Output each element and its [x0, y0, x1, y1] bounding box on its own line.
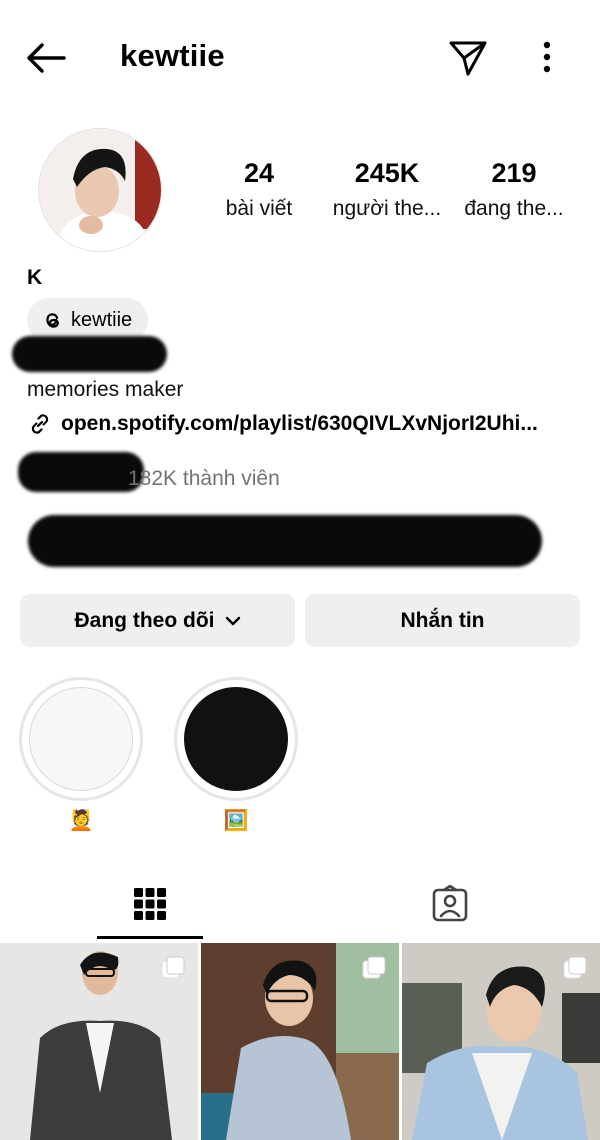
story-highlight-1[interactable]: [19, 677, 143, 801]
post-thumbnail[interactable]: [0, 943, 198, 1140]
following-label: đang the...: [464, 197, 564, 220]
tab-tagged[interactable]: [300, 868, 600, 940]
highlight-cover: [29, 687, 133, 791]
multiple-photos-icon: [563, 956, 587, 979]
grid-icon: [134, 888, 166, 920]
multiple-photos-icon: [161, 956, 185, 979]
profile-tabs: [0, 868, 600, 940]
highlight-label: 💆: [68, 810, 94, 832]
following-count: 219: [491, 158, 537, 188]
redacted-followed-by: [28, 515, 542, 567]
link-icon: [31, 414, 49, 434]
story-highlight-2[interactable]: [174, 677, 298, 801]
redacted-bio-line: [12, 336, 167, 372]
more-options-button[interactable]: [533, 36, 561, 80]
post-thumbnail[interactable]: [402, 943, 600, 1140]
profile-link-text: open.spotify.com/playlist/630QIVLXvNjorI…: [61, 412, 538, 435]
send-message-button[interactable]: [446, 36, 490, 80]
profile-link[interactable]: open.spotify.com/playlist/630QIVLXvNjorI…: [27, 409, 575, 439]
profile-username-title: kewtiie: [120, 38, 225, 73]
following-button-label: Đang theo dõi: [74, 608, 215, 632]
followers-label: người the...: [332, 197, 442, 220]
posts-label: bài viết: [225, 197, 293, 220]
tab-posts-grid[interactable]: [0, 868, 300, 940]
top-bar: kewtiie: [0, 0, 600, 112]
tagged-person-icon: [432, 885, 468, 922]
bio-text: memories maker: [27, 378, 184, 401]
highlight-cover: [184, 687, 288, 791]
followers-count-stat[interactable]: 245K người the...: [326, 158, 448, 221]
avatar-photo: [39, 129, 161, 251]
followers-count: 245K: [354, 158, 420, 188]
message-button[interactable]: Nhắn tin: [305, 594, 580, 647]
highlight-label: 🖼️: [223, 810, 249, 832]
profile-avatar[interactable]: [38, 128, 162, 252]
multiple-photos-icon: [362, 956, 386, 979]
send-icon: [449, 41, 487, 76]
following-dropdown-button[interactable]: Đang theo dõi: [20, 594, 295, 647]
post-thumbnail[interactable]: [201, 943, 399, 1140]
channel-members-count[interactable]: 182K thành viên: [128, 467, 280, 491]
posts-grid: [0, 943, 600, 1140]
chevron-down-icon: [225, 616, 240, 625]
active-tab-indicator: [97, 936, 203, 939]
display-name: K: [27, 266, 43, 289]
posts-count-stat[interactable]: 24 bài viết: [214, 158, 304, 221]
more-vertical-icon: [543, 41, 551, 73]
posts-count: 24: [243, 158, 275, 188]
redacted-channel-name: [18, 452, 144, 492]
message-button-label: Nhắn tin: [400, 608, 485, 632]
threads-handle: kewtiie: [71, 308, 133, 331]
back-button[interactable]: [22, 36, 70, 80]
following-count-stat[interactable]: 219 đang the...: [458, 158, 570, 221]
threads-icon: [46, 313, 59, 328]
back-arrow-icon: [27, 43, 66, 73]
